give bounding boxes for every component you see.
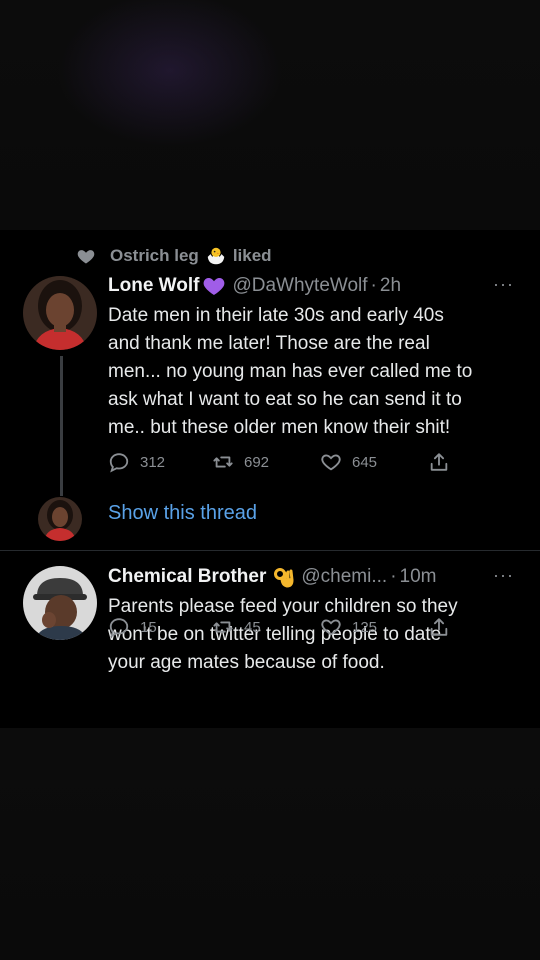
thread-avatar-image	[38, 497, 82, 541]
thread-line	[60, 356, 63, 496]
tweet-time[interactable]: 2h	[380, 275, 401, 297]
like-count: 125	[352, 618, 378, 636]
reply-icon	[109, 453, 129, 473]
reply-count: 15	[140, 618, 157, 636]
like-count: 645	[352, 453, 378, 471]
tweet-actions: 15 45 125	[108, 616, 460, 638]
tweet-header: Chemical Brother @chemi... · 10m	[108, 563, 436, 591]
meta-separator: ·	[390, 566, 397, 587]
more-options-icon[interactable]: ···	[493, 565, 514, 586]
more-options-icon[interactable]: ···	[493, 274, 514, 295]
screenshot-page: Ostrich leg liked Lone Wolf @DaWhyteWolf…	[0, 0, 540, 960]
like-button[interactable]: 125	[320, 616, 428, 638]
retweet-count: 45	[244, 618, 261, 636]
avatar-chemical-brother[interactable]	[23, 566, 97, 640]
purple-heart-emoji	[204, 278, 225, 295]
retweet-button[interactable]: 45	[212, 616, 320, 638]
ok-hand-emoji	[274, 568, 294, 588]
author-name[interactable]: Chemical Brother	[108, 566, 266, 588]
avatar-lone-wolf[interactable]	[23, 276, 97, 350]
like-icon	[321, 454, 341, 471]
show-thread-link[interactable]: Show this thread	[108, 502, 257, 525]
reply-count: 312	[140, 453, 166, 471]
tweet-chemical-brother[interactable]: Chemical Brother @chemi... · 10m ··· Par…	[0, 551, 540, 728]
author-handle[interactable]: @chemi...	[301, 566, 387, 588]
tweet-text: Date men in their late 30s and early 40s…	[108, 305, 473, 438]
like-icon	[321, 619, 341, 636]
tweet-feed: Ostrich leg liked Lone Wolf @DaWhyteWolf…	[0, 230, 540, 728]
share-button[interactable]	[428, 451, 460, 473]
like-button[interactable]: 645	[320, 451, 428, 473]
author-name[interactable]: Lone Wolf	[108, 275, 199, 297]
author-handle[interactable]: @DaWhyteWolf	[232, 275, 367, 297]
retweet-count: 692	[244, 453, 270, 471]
tweet-time[interactable]: 10m	[400, 566, 437, 588]
reply-button[interactable]: 15	[108, 616, 212, 638]
meta-separator: ·	[370, 275, 377, 296]
avatar-image	[23, 276, 97, 350]
retweet-icon	[213, 621, 233, 633]
thread-avatar[interactable]	[38, 497, 82, 541]
tweet-actions: 312 692 645	[108, 451, 460, 473]
share-icon	[430, 618, 448, 636]
reply-button[interactable]: 312	[108, 451, 212, 473]
share-icon	[430, 453, 448, 471]
retweet-icon	[213, 456, 233, 468]
retweet-button[interactable]: 692	[212, 451, 320, 473]
tweet-lone-wolf[interactable]: Lone Wolf @DaWhyteWolf · 2h ··· Date men…	[0, 230, 540, 550]
tweet-header: Lone Wolf @DaWhyteWolf · 2h	[108, 272, 401, 300]
share-button[interactable]	[428, 616, 460, 638]
reply-icon	[109, 618, 129, 638]
avatar-image	[23, 566, 97, 640]
